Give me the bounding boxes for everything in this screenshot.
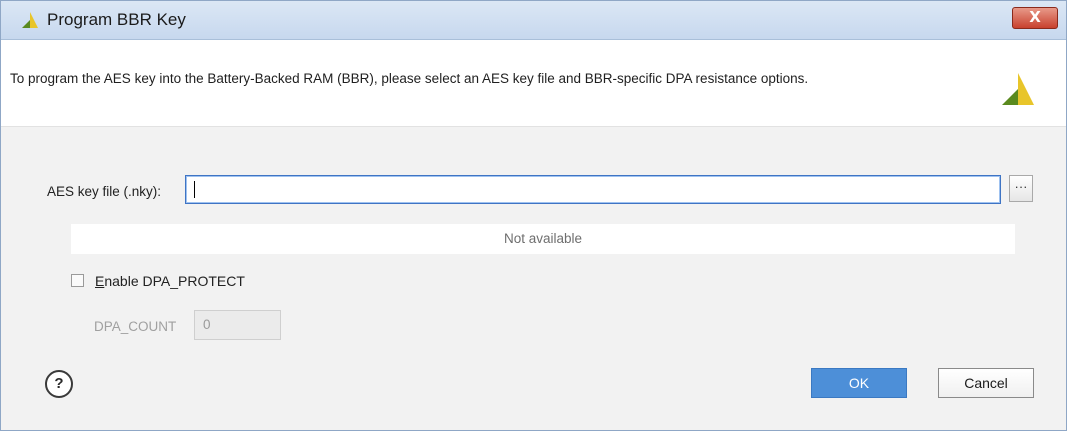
enable-dpa-label-text: nable DPA_PROTECT <box>104 273 245 289</box>
key-status-bar: Not available <box>71 224 1015 254</box>
dpa-count-label: DPA_COUNT <box>94 319 177 334</box>
xilinx-logo-icon <box>22 12 38 28</box>
dialog-header: To program the AES key into the Battery-… <box>1 40 1066 127</box>
close-button[interactable]: X <box>1012 7 1058 29</box>
ellipsis-icon: ··· <box>1014 179 1028 194</box>
browse-button[interactable]: ··· <box>1009 175 1033 202</box>
enable-dpa-protect-checkbox[interactable] <box>71 274 84 287</box>
text-caret <box>194 181 195 198</box>
xilinx-logo-icon <box>1002 73 1034 105</box>
close-icon: X <box>1029 8 1041 26</box>
title-bar[interactable]: Program BBR Key X <box>1 1 1066 40</box>
dpa-count-value: 0 <box>203 317 211 332</box>
help-icon: ? <box>54 375 64 392</box>
aes-key-file-input[interactable] <box>185 175 1001 204</box>
key-status-text: Not available <box>503 231 583 246</box>
cancel-button[interactable]: Cancel <box>938 368 1034 398</box>
ok-button[interactable]: OK <box>811 368 907 398</box>
window-title: Program BBR Key <box>47 10 186 29</box>
dpa-count-input: 0 <box>194 310 281 340</box>
aes-key-file-label: AES key file (.nky): <box>47 184 162 199</box>
help-button[interactable]: ? <box>45 370 73 398</box>
mnemonic-letter: E <box>95 273 105 289</box>
header-message: To program the AES key into the Battery-… <box>10 71 809 86</box>
program-bbr-key-dialog: Program BBR Key X To program the AES key… <box>0 0 1067 431</box>
enable-dpa-protect-label[interactable]: Enable DPA_PROTECT <box>95 273 245 289</box>
